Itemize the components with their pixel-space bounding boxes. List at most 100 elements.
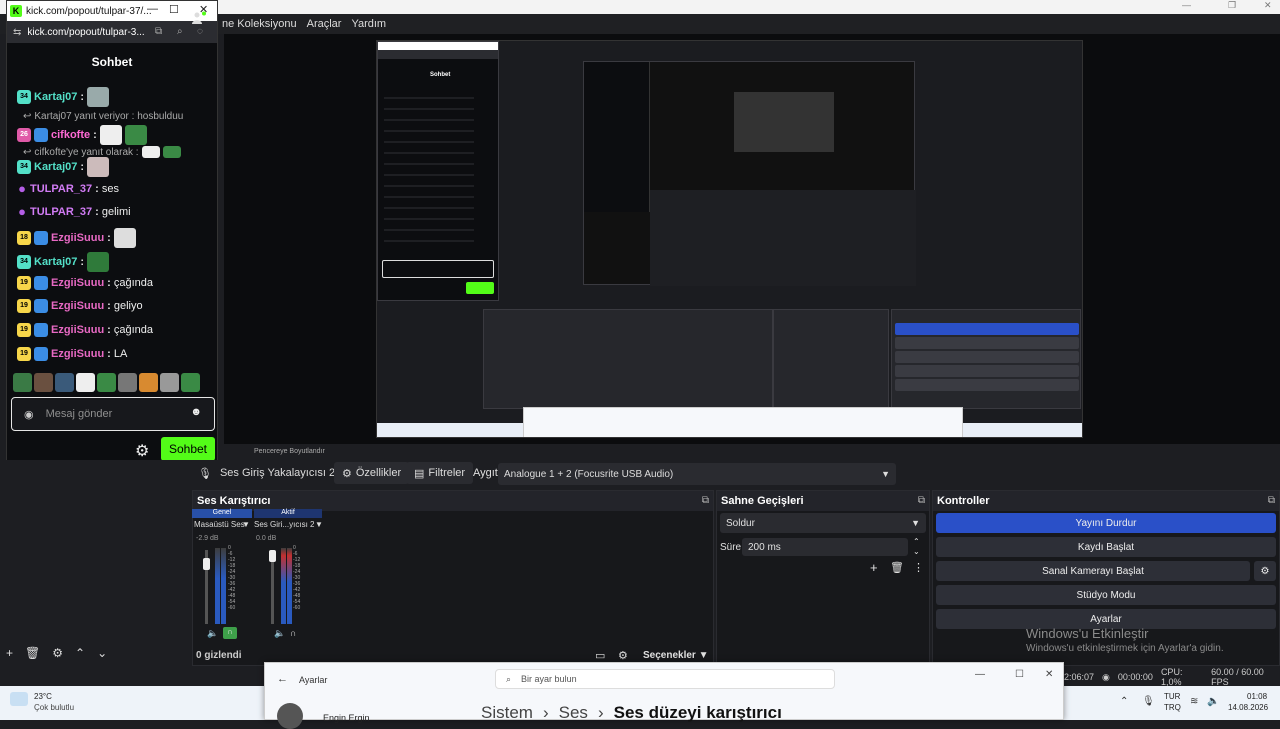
minimize-icon[interactable]: — xyxy=(1182,0,1191,10)
username[interactable]: EzgiiSuuu xyxy=(51,232,104,244)
gear-icon[interactable]: ⚙ xyxy=(1254,561,1276,581)
volume-knob[interactable] xyxy=(269,550,276,562)
mixer-tab-general[interactable]: Genel xyxy=(192,509,252,518)
username[interactable]: cifkofte xyxy=(51,129,90,141)
clock[interactable]: 01:08 xyxy=(1247,692,1267,701)
back-arrow-icon[interactable]: ← xyxy=(277,673,288,685)
more-icon[interactable]: ⋮ xyxy=(913,561,924,574)
speaker-icon[interactable]: 🔈 xyxy=(274,628,285,639)
users-icon[interactable] xyxy=(191,11,207,25)
emote-icon[interactable] xyxy=(118,373,137,392)
minimize-icon[interactable]: — xyxy=(147,3,158,15)
trash-icon[interactable]: 🗑 xyxy=(890,561,904,574)
arrow-down-icon[interactable]: ⌄ xyxy=(97,646,107,660)
dock-float-icon[interactable]: ⧉ xyxy=(1268,495,1275,506)
duration-stepper[interactable]: ⌃ ⌄ xyxy=(913,537,920,557)
translate-icon[interactable]: ⧉ xyxy=(155,26,162,37)
emote-icon[interactable] xyxy=(160,373,179,392)
username[interactable]: Kartaj07 xyxy=(34,161,77,173)
emote-icon[interactable] xyxy=(34,373,53,392)
site-info-icon[interactable]: ⇆ xyxy=(13,27,21,38)
advanced-audio-icon[interactable]: ⚙ xyxy=(618,649,628,662)
emote-icon[interactable] xyxy=(97,373,116,392)
date[interactable]: 14.08.2026 xyxy=(1228,703,1268,712)
username[interactable]: Kartaj07 xyxy=(34,256,77,268)
emoji-picker-icon[interactable]: ◉ xyxy=(24,408,34,421)
dock-float-icon[interactable]: ⧉ xyxy=(702,495,709,506)
gear-icon[interactable]: ⚙ xyxy=(52,646,63,660)
add-icon[interactable]: + xyxy=(870,560,878,575)
chat-input-placeholder[interactable]: Mesaj gönder xyxy=(46,408,113,420)
zoom-icon[interactable]: ⌕ xyxy=(177,26,183,37)
monitor-headphones-icon[interactable]: ∩ xyxy=(290,628,296,638)
maximize-icon[interactable]: ☐ xyxy=(1015,669,1024,680)
maximize-icon[interactable]: ☐ xyxy=(169,3,179,16)
volume-knob[interactable] xyxy=(203,558,210,570)
chat-message-input[interactable]: ◉ Mesaj gönder ☻ xyxy=(11,397,215,431)
emote-icon[interactable] xyxy=(139,373,158,392)
transition-select[interactable]: Soldur ▼ xyxy=(720,513,926,533)
settings-search-input[interactable]: ⌕ Bir ayar bulun xyxy=(495,669,835,689)
cpu-usage: CPU: 1,0% xyxy=(1160,667,1183,687)
emote-icon[interactable] xyxy=(55,373,74,392)
add-icon[interactable]: + xyxy=(6,646,13,660)
close-icon[interactable]: ✕ xyxy=(1264,0,1272,11)
close-icon[interactable]: ✕ xyxy=(1045,669,1053,680)
fit-to-window-label[interactable]: Pencereye Boyutlandır xyxy=(254,448,325,455)
username[interactable]: TULPAR_37 xyxy=(30,206,92,218)
stop-streaming-button[interactable]: Yayını Durdur xyxy=(936,513,1276,533)
username[interactable]: Kartaj07 xyxy=(34,91,77,103)
chevron-down-icon[interactable]: ▼ xyxy=(242,520,250,529)
mixer-options-button[interactable]: Seçenekler ▼ xyxy=(643,650,709,661)
chevron-down-icon[interactable]: ▼ xyxy=(315,520,323,529)
properties-button[interactable]: ⚙ Özellikler xyxy=(334,462,410,484)
minimize-icon[interactable]: — xyxy=(975,669,985,680)
arrow-up-icon[interactable]: ⌃ xyxy=(75,646,85,660)
start-recording-button[interactable]: Kaydı Başlat xyxy=(936,537,1276,557)
breadcrumb-sound[interactable]: Ses xyxy=(559,703,588,723)
menu-tools[interactable]: Araçlar xyxy=(307,18,342,30)
maximize-icon[interactable]: ❐ xyxy=(1228,0,1236,11)
wifi-icon[interactable]: ≋ xyxy=(1190,696,1198,707)
lang-2[interactable]: TRQ xyxy=(1164,703,1181,712)
username[interactable]: EzgiiSuuu xyxy=(51,300,104,312)
monitor-headphones-icon[interactable]: ∩ xyxy=(223,627,237,639)
emote-icon xyxy=(99,125,122,145)
menu-scene-collection[interactable]: ne Koleksiyonu xyxy=(222,18,297,30)
message-text: çağında xyxy=(113,324,153,336)
breadcrumb-system[interactable]: Sistem xyxy=(481,703,533,723)
dock-float-icon[interactable]: ⧉ xyxy=(918,495,925,506)
emote-icon[interactable] xyxy=(13,373,32,392)
trash-icon[interactable]: 🗑 xyxy=(25,646,40,660)
weather-desc[interactable]: Çok bulutlu xyxy=(34,703,74,712)
device-select[interactable]: Analogue 1 + 2 (Focusrite USB Audio) ▼ xyxy=(498,463,896,485)
emote-icon[interactable] xyxy=(181,373,200,392)
eye-off-icon[interactable]: ◌ xyxy=(197,26,203,37)
sub-badge: 19 xyxy=(17,299,31,313)
chat-urlbar[interactable]: ⇆ kick.com/popout/tulpar-3... ⧉ ⌕ ◌ xyxy=(7,21,217,43)
start-virtual-camera-button[interactable]: Sanal Kamerayı Başlat xyxy=(936,561,1250,581)
username[interactable]: EzgiiSuuu xyxy=(51,348,104,360)
chat-url-text[interactable]: kick.com/popout/tulpar-3... xyxy=(27,27,144,38)
send-chat-button[interactable]: Sohbet xyxy=(161,437,215,461)
speaker-icon[interactable]: 🔈 xyxy=(207,628,218,639)
username[interactable]: TULPAR_37 xyxy=(30,183,92,195)
username[interactable]: EzgiiSuuu xyxy=(51,277,104,289)
smiley-icon[interactable]: ☻ xyxy=(190,406,202,418)
weather-icon[interactable] xyxy=(10,692,28,706)
mic-icon[interactable]: 🎙 xyxy=(1142,696,1155,707)
emote-icon[interactable] xyxy=(76,373,95,392)
mixer-tab-active[interactable]: Aktif xyxy=(254,509,322,518)
gear-icon[interactable]: ⚙ xyxy=(135,441,149,461)
studio-mode-button[interactable]: Stüdyo Modu xyxy=(936,585,1276,605)
chat-message: ● TULPAR_37: gelimi xyxy=(18,204,131,219)
lang-1[interactable]: TUR xyxy=(1164,692,1180,701)
weather-temp[interactable]: 23°C xyxy=(34,692,52,701)
speaker-icon[interactable]: 🔈 xyxy=(1207,696,1219,707)
chevron-up-icon[interactable]: ⌃ xyxy=(1120,696,1128,707)
username[interactable]: EzgiiSuuu xyxy=(51,324,104,336)
filters-button[interactable]: ▤ Filtreler xyxy=(406,462,474,484)
duration-input[interactable]: 200 ms xyxy=(742,538,908,556)
layout-icon[interactable]: ▭ xyxy=(595,649,605,662)
menu-help[interactable]: Yardım xyxy=(351,18,386,30)
